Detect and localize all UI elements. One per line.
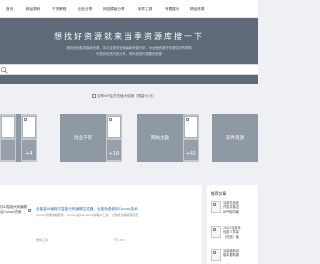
image-placeholder-icon <box>213 251 216 254</box>
category-card-startup[interactable]: 创业干货 <box>60 114 106 162</box>
image-placeholder-icon <box>213 203 216 206</box>
sidebar-thumbnail[interactable] <box>211 226 221 238</box>
nav-item-software[interactable]: 软件工具 <box>138 7 152 11</box>
article-title[interactable]: 全能量AI编程与智能代码编辑生成器，全能免费使用Cursor技术 <box>36 207 138 212</box>
category-title[interactable]: 软件资源 <box>212 136 258 141</box>
eye-icon <box>114 238 118 241</box>
category-count: +18 <box>108 151 120 157</box>
sidebar-thumbnail[interactable] <box>211 201 221 213</box>
article-fragment-line2[interactable]: 合Cursor完美 <box>0 210 27 215</box>
article-excerpt: Cursor智能编程软件，Cursor是full-stack编程AI工具，让你成… <box>36 213 139 217</box>
hero-subtitle-line1: 提供全面各类最新资源，本平台提供全面最新资源分享，为全面资源分享提供好的帮助 <box>66 46 192 50</box>
image-placeholder-icon <box>213 228 216 231</box>
hero-subtitle-line2: 可提供优质内容分享，帮你找到你想要的资源 <box>96 52 162 56</box>
category-title[interactable]: 网站主题 <box>137 136 183 141</box>
nav-item-premium[interactable]: 精品资源 <box>190 7 204 11</box>
image-placeholder-icon <box>61 115 64 118</box>
hero-title: 想找好资源就来当季资源库搜一下 <box>54 32 204 41</box>
nav-item-topics[interactable]: 专题展示 <box>165 7 179 11</box>
image-placeholder-icon <box>186 118 189 121</box>
article-category-tag[interactable]: 软件工具 <box>36 238 48 242</box>
sidebar-article-title[interactable]: 当量最新设 版本更新源 <box>223 249 257 258</box>
image-placeholder-icon <box>138 115 141 118</box>
image-placeholder-icon <box>24 118 27 121</box>
category-thumbs-1[interactable] <box>0 114 16 162</box>
banner-text[interactable]: 当季VIP会员充值大促销（限量91元） <box>97 94 156 98</box>
sidebar-article-title[interactable]: 当量件适宜 开发并接近 APP软件编 <box>223 201 257 214</box>
thumb-cell <box>1 116 15 138</box>
thumb-cell <box>107 116 121 138</box>
sidebar-title-line[interactable]: 版本更新源 <box>223 253 257 257</box>
nav-item-tutorials[interactable]: 干货教程 <box>52 7 66 11</box>
search-icon[interactable] <box>0 66 9 75</box>
image-placeholder-icon <box>109 118 112 121</box>
sidebar-article-title[interactable]: 2022当量年 优质人员量 （在线）客 <box>223 226 257 239</box>
category-card-software[interactable]: 软件资源 <box>212 114 258 162</box>
thumb-cell <box>1 140 15 160</box>
category-thumbs-startup[interactable]: +18 <box>106 114 122 162</box>
nav-item-source-code[interactable]: 精品源码 <box>26 7 40 11</box>
sidebar-article-item[interactable]: 当量最新设 版本更新源 <box>211 249 257 264</box>
image-placeholder-icon <box>213 115 216 118</box>
category-title[interactable]: 创业干货 <box>60 136 106 141</box>
thumb-cell <box>184 140 198 160</box>
article-thumbnail-icon <box>28 209 31 212</box>
sidebar-title-line[interactable]: （在线）客 <box>223 235 257 239</box>
nav-item-templates[interactable]: 网站模板分享 <box>103 7 125 11</box>
category-count: +4 <box>25 151 33 157</box>
category-card-themes[interactable]: 网站主题 <box>137 114 183 162</box>
banner-image-icon <box>92 94 96 98</box>
thumb-cell <box>22 140 36 160</box>
sidebar-article-item[interactable]: 当量件适宜 开发并接近 APP软件编 <box>211 201 257 219</box>
search-input[interactable] <box>0 64 258 75</box>
sidebar-recommended: 推荐文章 当量件适宜 开发并接近 APP软件编 2022当量年 优质人员量 （在… <box>207 185 258 264</box>
category-thumbs-1b[interactable]: +4 <box>21 114 37 162</box>
sidebar-heading: 推荐文章 <box>211 191 227 196</box>
thumb-cell <box>107 140 121 160</box>
nav-item-home[interactable]: 首页 <box>6 7 13 11</box>
thumb-cell <box>184 116 198 138</box>
sidebar-thumbnail[interactable] <box>211 249 221 261</box>
sidebar-article-item[interactable]: 2022当量年 优质人员量 （在线）客 <box>211 226 257 244</box>
article-list <box>0 185 202 264</box>
category-count: +41 <box>185 151 197 157</box>
top-navigation: 首页 精品源码 干货教程 创业分享 网站模板分享 软件工具 专题展示 精品资源 <box>0 0 258 18</box>
article-fragment[interactable]: 件AI智能代码编辑 合Cursor完美 <box>0 205 27 215</box>
article-view-count: 203 <box>119 238 125 242</box>
thumb-cell <box>22 116 36 138</box>
sidebar-title-line[interactable]: APP软件编 <box>223 210 257 214</box>
nav-item-startup[interactable]: 创业分享 <box>78 7 92 11</box>
category-thumbs-themes[interactable]: +41 <box>183 114 199 162</box>
promo-banner[interactable]: 当季VIP会员充值大促销（限量91元） <box>0 84 258 110</box>
